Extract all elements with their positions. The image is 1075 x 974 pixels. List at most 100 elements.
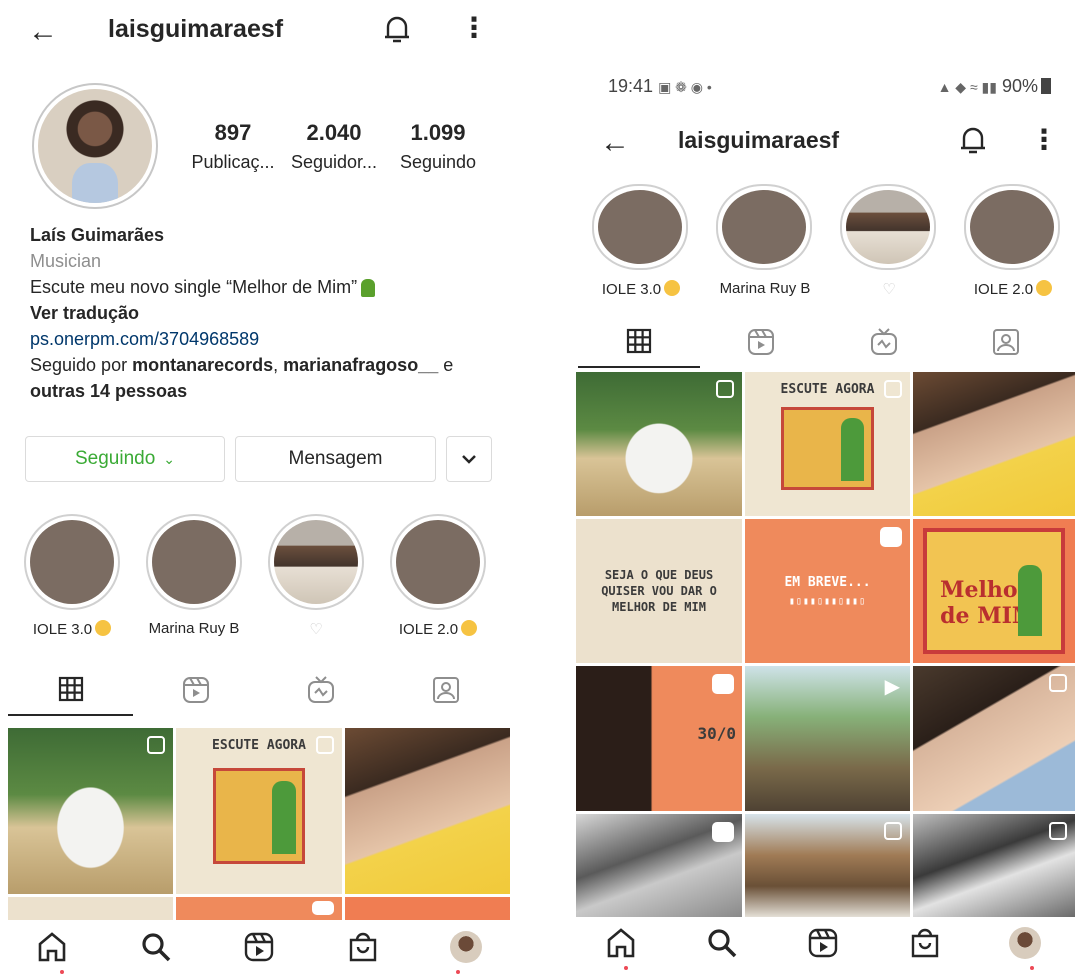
bell-icon[interactable]: [958, 124, 988, 156]
grid-post[interactable]: ▶: [745, 666, 910, 811]
post-text: 30/0: [697, 724, 736, 743]
highlight-item[interactable]: IOLE 2.0: [964, 184, 1062, 298]
igtv-icon: [308, 676, 335, 703]
message-button[interactable]: Mensagem: [235, 436, 436, 482]
message-button-label: Mensagem: [288, 448, 383, 469]
notification-dot: [60, 970, 64, 974]
status-left: 19:41 ▣ ❁ ◉ •: [608, 76, 712, 97]
reels-icon: [748, 329, 775, 355]
followers-stat[interactable]: 2.040 Seguidor...: [282, 120, 386, 173]
grid-post[interactable]: ESCUTE AGORA: [176, 728, 342, 894]
more-options-icon[interactable]: ⋮: [460, 14, 488, 42]
multi-photo-icon: [316, 736, 334, 754]
profile-bio: Laís Guimarães Musician Escute meu novo …: [30, 222, 500, 404]
shop-bag-icon[interactable]: [908, 926, 942, 960]
search-icon[interactable]: [139, 930, 173, 964]
waveform-icon: ▮▯▮▮▯▮▮▯▮▮▯: [788, 596, 867, 607]
home-icon[interactable]: [604, 926, 638, 960]
highlight-cover: [722, 190, 806, 264]
tab-igtv[interactable]: [823, 316, 945, 368]
post-text: SEJA O QUE DEUS QUISER VOU DAR O MELHOR …: [601, 568, 717, 614]
following-button-label: Seguindo: [74, 448, 156, 469]
grid-post[interactable]: [913, 372, 1075, 516]
grid-post[interactable]: [8, 728, 173, 894]
posts-stat[interactable]: 897 Publicaç...: [188, 120, 278, 173]
see-translation-link[interactable]: Ver tradução: [30, 300, 500, 326]
multi-photo-icon: [716, 380, 734, 398]
grid-post[interactable]: [745, 814, 910, 917]
following-stat[interactable]: 1.099 Seguindo: [392, 120, 484, 173]
grid-post[interactable]: [345, 728, 510, 894]
tab-tagged[interactable]: [384, 664, 509, 716]
post-text: Melhor de MIM: [940, 576, 1037, 629]
grid-post[interactable]: ESCUTE AGORA: [745, 372, 910, 516]
followed-sep: ,: [273, 355, 284, 375]
reels-icon[interactable]: [806, 926, 840, 960]
grid-post[interactable]: EM BREVE... ▮▯▮▮▯▮▮▯▮▮▯: [745, 519, 910, 663]
tagged-user-icon: [992, 329, 1019, 355]
highlight-cover: [30, 520, 114, 604]
tab-posts-grid[interactable]: [578, 316, 701, 368]
profile-username: laisguimaraesf: [108, 15, 284, 43]
profile-avatar[interactable]: [32, 83, 158, 209]
highlight-item[interactable]: ♡: [268, 514, 364, 638]
grid-post[interactable]: Melhor de MIM: [913, 519, 1075, 663]
grid-post[interactable]: [913, 666, 1075, 811]
bell-icon[interactable]: [382, 13, 412, 45]
highlight-item[interactable]: IOLE 3.0: [592, 184, 690, 298]
reel-icon: [712, 674, 734, 694]
battery-icon: [1041, 78, 1051, 94]
home-icon[interactable]: [35, 930, 69, 964]
highlight-cover: [396, 520, 480, 604]
bio-line: Escute meu novo single “Melhor de Mim”: [30, 274, 500, 300]
profile-avatar-nav[interactable]: [450, 931, 483, 963]
profile-avatar-nav[interactable]: [1009, 927, 1042, 959]
highlight-item[interactable]: IOLE 2.0: [390, 514, 486, 638]
play-icon: ▶: [884, 676, 900, 698]
grid-post[interactable]: 30/0: [576, 666, 742, 811]
grid-icon: [58, 676, 83, 702]
grid-post[interactable]: [576, 372, 742, 516]
bottom-nav: [570, 918, 1075, 968]
highlight-item[interactable]: IOLE 3.0: [24, 514, 120, 638]
grid-post[interactable]: [913, 814, 1075, 917]
back-arrow-icon[interactable]: ←: [28, 17, 58, 47]
grid-post[interactable]: [8, 897, 173, 920]
following-button[interactable]: Seguindo ⌄: [25, 436, 225, 482]
highlight-item[interactable]: Marina Ruy B: [146, 514, 242, 637]
grid-post[interactable]: [345, 897, 510, 920]
reels-icon[interactable]: [242, 930, 276, 964]
followed-user: montanarecords: [132, 355, 274, 375]
grid-post[interactable]: [176, 897, 342, 920]
search-icon[interactable]: [705, 926, 739, 960]
tab-igtv[interactable]: [259, 664, 384, 716]
posts-grid: ESCUTE AGORA SEJA O QUE DEUS QUISER VOU …: [576, 372, 1075, 917]
left-screen: ← laisguimaraesf ⋮ 897 Publicaç... 2.040…: [0, 0, 517, 974]
battery-level: 90%: [1001, 76, 1038, 96]
highlight-item[interactable]: ♡: [840, 184, 938, 298]
tab-posts-grid[interactable]: [8, 664, 134, 716]
shop-bag-icon[interactable]: [346, 930, 380, 964]
grid-post[interactable]: [576, 814, 742, 917]
grid-post[interactable]: SEJA O QUE DEUS QUISER VOU DAR O MELHOR …: [576, 519, 742, 663]
more-options-icon[interactable]: ⋮: [1030, 126, 1058, 154]
tab-reels[interactable]: [700, 316, 822, 368]
followed-others[interactable]: outras 14 pessoas: [30, 381, 187, 401]
cactus-emoji-icon: [361, 279, 376, 298]
tab-reels[interactable]: [133, 664, 258, 716]
tagged-user-icon: [433, 677, 460, 703]
followed-by[interactable]: Seguido por montanarecords, marianafrago…: [30, 352, 500, 378]
reel-icon: [312, 901, 334, 915]
white-heart-icon: ♡: [309, 621, 323, 638]
highlight-item[interactable]: Marina Ruy B: [716, 184, 814, 297]
status-right: ▲ ◆ ≈ ▮▮ 90%: [938, 76, 1051, 97]
bio-link[interactable]: ps.onerpm.com/3704968589: [30, 326, 500, 352]
suggestions-button[interactable]: [446, 436, 492, 482]
back-arrow-icon[interactable]: ←: [600, 128, 630, 158]
laughing-emoji-icon: [1036, 280, 1053, 296]
laughing-emoji-icon: [95, 620, 112, 636]
profile-tabs: [578, 316, 1067, 368]
reels-icon: [182, 677, 209, 703]
tab-tagged[interactable]: [945, 316, 1067, 368]
profile-header: ← laisguimaraesf ⋮: [570, 112, 1075, 172]
